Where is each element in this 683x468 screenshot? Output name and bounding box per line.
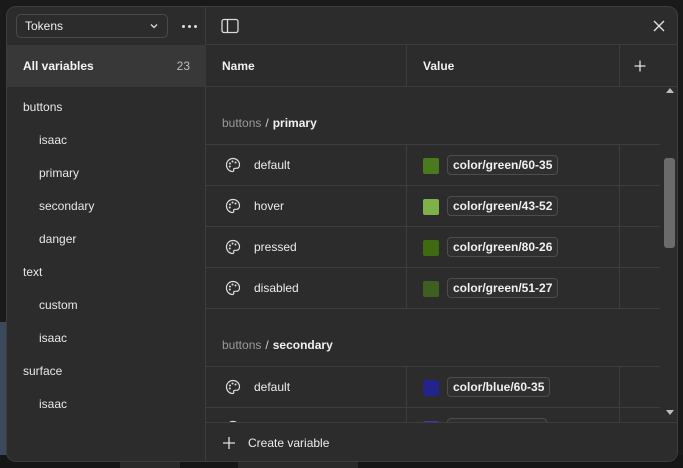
column-header-value[interactable]: Value xyxy=(423,45,454,87)
variable-alias-pill[interactable]: color/green/80-26 xyxy=(447,237,559,257)
variable-name[interactable]: hover xyxy=(254,199,284,213)
sidebar-item-label: danger xyxy=(39,231,77,246)
group-heading-name: primary xyxy=(272,116,317,130)
variable-alias-pill[interactable]: color/blue/60-35 xyxy=(447,377,551,397)
sidebar-item-label: buttons xyxy=(23,99,63,114)
create-variable-button[interactable]: Create variable xyxy=(206,422,677,461)
sidebar: Tokens All variables 23 buttons isaac prim… xyxy=(7,7,206,461)
variable-name[interactable]: default xyxy=(254,380,290,394)
sidebar-item-label: isaac xyxy=(39,132,68,147)
more-icon-dot xyxy=(193,24,197,28)
table-row[interactable]: default color/blue/60-35 xyxy=(206,367,660,408)
sidebar-item-label: isaac xyxy=(39,330,68,345)
column-divider[interactable] xyxy=(406,45,407,87)
column-divider xyxy=(406,186,407,226)
scrollbar-thumb[interactable] xyxy=(664,158,675,248)
group-list: buttons isaac primary secondary danger text cu… xyxy=(7,90,206,420)
column-divider xyxy=(406,367,407,407)
color-variable-icon xyxy=(225,157,241,173)
close-icon[interactable] xyxy=(651,18,667,34)
collection-select-value: Tokens xyxy=(25,19,64,33)
group-heading-parent: buttons xyxy=(222,338,262,352)
column-divider xyxy=(406,408,407,422)
group-heading-parent: buttons xyxy=(222,116,262,130)
color-variable-icon xyxy=(225,379,241,395)
variable-name[interactable]: disabled xyxy=(254,281,299,295)
sidebar-item-label: text xyxy=(23,264,43,279)
more-options-button[interactable] xyxy=(177,14,201,38)
column-divider xyxy=(406,227,407,267)
color-swatch[interactable] xyxy=(423,199,439,215)
variable-alias-pill[interactable]: color/green/60-35 xyxy=(447,155,559,175)
add-mode-button[interactable] xyxy=(620,45,660,87)
column-divider xyxy=(619,227,620,267)
column-divider xyxy=(619,186,620,226)
main-panel: Name Value buttons / primary default color/g… xyxy=(206,7,677,461)
color-variable-icon xyxy=(225,239,241,255)
color-variable-icon xyxy=(225,280,241,296)
table-row[interactable]: pressed color/green/80-26 xyxy=(206,227,660,268)
group-heading-name: secondary xyxy=(272,338,333,352)
more-icon-dot xyxy=(181,24,185,28)
sidebar-item-text[interactable]: text xyxy=(7,255,206,288)
color-variable-icon xyxy=(225,198,241,214)
column-divider xyxy=(619,408,620,422)
color-swatch[interactable] xyxy=(423,281,439,297)
sidebar-item-label: primary xyxy=(39,165,80,180)
toolbar xyxy=(206,7,677,45)
sidebar-item-surface[interactable]: surface xyxy=(7,354,206,387)
sidebar-item-secondary[interactable]: secondary xyxy=(7,189,206,222)
plus-icon xyxy=(634,60,646,72)
sidebar-item-label: isaac xyxy=(39,396,68,411)
variable-alias-pill[interactable]: color/green/43-52 xyxy=(447,196,559,216)
sidebar-item-custom[interactable]: custom xyxy=(7,288,206,321)
column-divider xyxy=(619,268,620,308)
chevron-down-icon xyxy=(149,21,159,31)
group-heading-separator: / xyxy=(265,116,269,130)
sidebar-item-label: surface xyxy=(23,363,63,378)
group-heading: buttons / secondary xyxy=(206,309,660,367)
all-variables-label: All variables xyxy=(23,59,94,73)
group-heading-separator: / xyxy=(265,338,269,352)
variables-table: buttons / primary default color/green/60-35 h… xyxy=(206,88,660,422)
table-row[interactable]: disabled color/green/51-27 xyxy=(206,268,660,309)
sidebar-item-all-variables[interactable]: All variables 23 xyxy=(7,45,206,87)
table-header: Name Value xyxy=(206,45,677,87)
toggle-sidebar-icon[interactable] xyxy=(221,18,239,34)
color-swatch[interactable] xyxy=(423,240,439,256)
table-row[interactable]: hover color/green/43-52 xyxy=(206,186,660,227)
table-row[interactable] xyxy=(206,408,660,422)
sidebar-item-isaac[interactable]: isaac xyxy=(7,387,206,420)
scroll-down-arrow-icon[interactable] xyxy=(666,410,674,415)
sidebar-item-isaac[interactable]: isaac xyxy=(7,123,206,156)
scrollbar[interactable] xyxy=(660,88,677,422)
column-divider xyxy=(619,145,620,185)
column-divider xyxy=(406,145,407,185)
create-variable-label: Create variable xyxy=(248,436,330,450)
plus-icon xyxy=(223,437,235,449)
collection-select[interactable]: Tokens xyxy=(16,14,168,38)
group-heading: buttons / primary xyxy=(206,88,660,145)
table-row[interactable]: default color/green/60-35 xyxy=(206,145,660,186)
all-variables-count: 23 xyxy=(176,59,190,73)
variable-alias-pill[interactable]: color/green/51-27 xyxy=(447,278,559,298)
sidebar-item-isaac[interactable]: isaac xyxy=(7,321,206,354)
more-icon-dot xyxy=(187,24,191,28)
color-swatch[interactable] xyxy=(423,158,439,174)
sidebar-item-danger[interactable]: danger xyxy=(7,222,206,255)
sidebar-item-primary[interactable]: primary xyxy=(7,156,206,189)
variable-name[interactable]: pressed xyxy=(254,240,297,254)
sidebar-item-buttons[interactable]: buttons xyxy=(7,90,206,123)
color-swatch[interactable] xyxy=(423,380,439,396)
scroll-up-arrow-icon[interactable] xyxy=(666,88,674,93)
variables-dialog: Tokens All variables 23 buttons isaac prim… xyxy=(6,6,678,462)
sidebar-item-label: secondary xyxy=(39,198,95,213)
column-header-name[interactable]: Name xyxy=(222,45,255,87)
column-divider xyxy=(406,268,407,308)
sidebar-item-label: custom xyxy=(39,297,78,312)
variable-name[interactable]: default xyxy=(254,158,290,172)
column-divider xyxy=(619,367,620,407)
